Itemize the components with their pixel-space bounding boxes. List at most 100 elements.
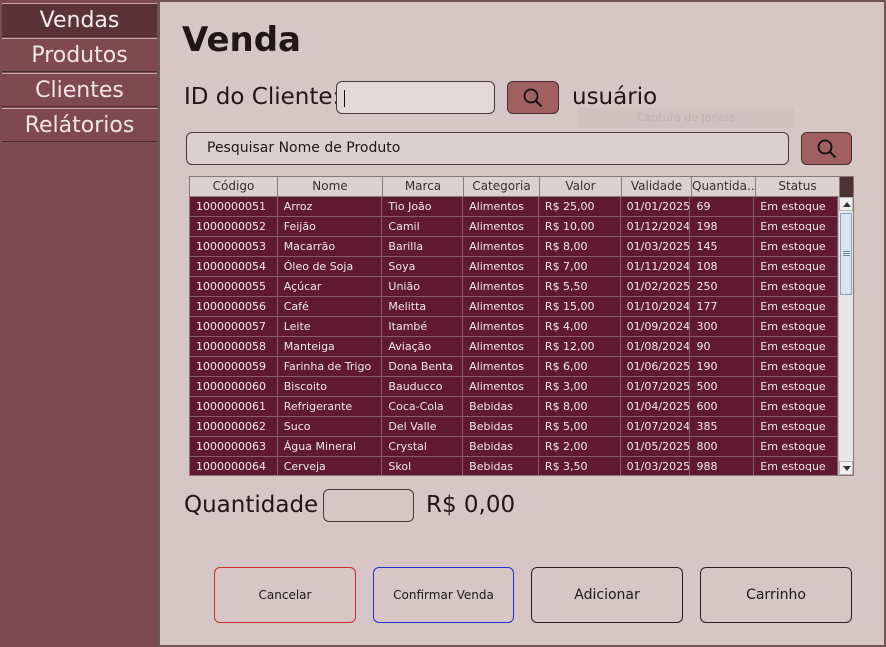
scroll-thumb[interactable] <box>840 213 852 295</box>
add-button[interactable]: Adicionar <box>531 567 683 623</box>
cell-marca: Melitta <box>382 297 464 317</box>
product-search-input[interactable]: Pesquisar Nome de Produto <box>186 132 789 165</box>
cell-status: Em estoque <box>754 437 838 457</box>
search-icon <box>523 88 543 107</box>
sidebar-item-clientes[interactable]: Clientes <box>2 73 157 107</box>
column-header-codigo[interactable]: Código <box>190 177 278 197</box>
scroll-down-button[interactable] <box>839 461 853 475</box>
cell-valor: R$ 5,00 <box>538 417 621 437</box>
cell-quantidade: 385 <box>690 417 755 437</box>
products-table: Código Nome Marca Categoria Valor Valida… <box>189 176 854 476</box>
column-header-marca[interactable]: Marca <box>383 177 464 197</box>
confirm-sale-button[interactable]: Confirmar Venda <box>373 567 514 623</box>
table-row[interactable]: 1000000058 Manteiga Aviação Alimentos R$ 12,… <box>190 337 838 357</box>
cell-status: Em estoque <box>754 337 838 357</box>
text-caret <box>344 90 345 107</box>
cell-nome: Cerveja <box>278 457 383 475</box>
cell-marca: União <box>382 277 464 297</box>
cell-validade: 01/02/2025 <box>620 277 691 297</box>
cell-nome: Açúcar <box>277 277 383 297</box>
cell-quantidade: 69 <box>690 197 755 217</box>
table-row[interactable]: 1000000062 Suco Del Valle Bebidas R$ 5,00 01/… <box>190 417 838 437</box>
client-id-label: ID do Cliente: <box>184 84 341 110</box>
cell-codigo: 1000000057 <box>190 317 278 337</box>
cell-codigo: 1000000061 <box>190 397 278 417</box>
sidebar-item-produtos[interactable]: Produtos <box>2 38 157 72</box>
total-value: R$ 0,00 <box>426 492 516 518</box>
table-row[interactable]: 1000000055 Açúcar União Alimentos R$ 5,50 01/… <box>190 277 838 297</box>
sidebar: Vendas Produtos Clientes Relátorios <box>0 0 158 647</box>
cell-validade: 01/05/2025 <box>620 437 691 457</box>
cell-valor: R$ 3,50 <box>539 457 621 475</box>
cell-validade: 01/10/2024 <box>620 297 691 317</box>
column-header-categoria[interactable]: Categoria <box>464 177 540 197</box>
cell-marca: Camil <box>382 217 464 237</box>
table-row[interactable]: 1000000063 Água Mineral Crystal Bebidas R$ 2… <box>190 437 838 457</box>
cell-validade: 01/03/2025 <box>621 457 691 475</box>
cell-quantidade: 198 <box>690 217 755 237</box>
cell-validade: 01/09/2024 <box>620 317 691 337</box>
quantity-input[interactable] <box>323 489 414 522</box>
cell-categoria: Alimentos <box>463 237 539 257</box>
table-row[interactable]: 1000000061 Refrigerante Coca-Cola Bebidas R$… <box>190 397 838 417</box>
cell-status: Em estoque <box>754 457 838 475</box>
cell-codigo: 1000000053 <box>190 237 278 257</box>
quantity-label: Quantidade <box>184 492 319 518</box>
client-search-button[interactable] <box>507 81 559 114</box>
table-row[interactable]: 1000000052 Feijão Camil Alimentos R$ 10,00 01… <box>190 217 838 237</box>
cell-categoria: Alimentos <box>463 297 539 317</box>
cell-categoria: Alimentos <box>463 357 539 377</box>
table-row[interactable]: 1000000060 Biscoito Bauducco Alimentos R$ 3,… <box>190 377 838 397</box>
cell-codigo: 1000000063 <box>190 437 278 457</box>
table-row[interactable]: 1000000057 Leite Itambé Alimentos R$ 4,00 01/… <box>190 317 838 337</box>
cell-quantidade: 108 <box>690 257 755 277</box>
cell-marca: Crystal <box>382 437 464 457</box>
cell-categoria: Bebidas <box>463 437 539 457</box>
column-header-valor[interactable]: Valor <box>540 177 622 197</box>
table-row[interactable]: 1000000059 Farinha de Trigo Dona Benta Alim… <box>190 357 838 377</box>
scroll-up-button[interactable] <box>839 197 853 211</box>
cell-codigo: 1000000054 <box>190 257 278 277</box>
cell-nome: Água Mineral <box>277 437 383 457</box>
main-panel: Venda ID do Cliente: usuário Captura de … <box>158 0 886 647</box>
client-id-input[interactable] <box>336 81 495 114</box>
cell-categoria: Alimentos <box>463 317 539 337</box>
cell-valor: R$ 7,00 <box>538 257 621 277</box>
column-header-validade[interactable]: Validade <box>622 177 692 197</box>
table-header: Código Nome Marca Categoria Valor Valida… <box>190 177 853 197</box>
column-header-nome[interactable]: Nome <box>278 177 383 197</box>
column-header-status[interactable]: Status <box>756 177 840 197</box>
table-row[interactable]: 1000000051 Arroz Tio João Alimentos R$ 25,00… <box>190 197 838 217</box>
cell-categoria: Alimentos <box>463 217 539 237</box>
table-scrollbar[interactable] <box>838 197 853 475</box>
table-row[interactable]: 1000000053 Macarrão Barilla Alimentos R$ 8,0… <box>190 237 838 257</box>
cell-valor: R$ 8,00 <box>538 397 621 417</box>
cell-status: Em estoque <box>754 257 838 277</box>
cell-quantidade: 800 <box>690 437 755 457</box>
sidebar-item-relatorios[interactable]: Relátorios <box>2 108 157 142</box>
cell-marca: Coca-Cola <box>382 397 464 417</box>
cell-nome: Leite <box>277 317 383 337</box>
cell-quantidade: 600 <box>690 397 755 417</box>
cell-marca: Del Valle <box>382 417 464 437</box>
column-header-quantidade[interactable]: Quantida... <box>692 177 756 197</box>
cell-validade: 01/07/2025 <box>620 377 691 397</box>
cell-nome: Farinha de Trigo <box>277 357 383 377</box>
cell-quantidade: 177 <box>690 297 755 317</box>
cancel-button[interactable]: Cancelar <box>214 567 356 623</box>
cell-categoria: Bebidas <box>463 457 539 475</box>
user-label: usuário <box>572 84 658 110</box>
cell-marca: Soya <box>382 257 464 277</box>
cell-status: Em estoque <box>754 357 838 377</box>
cell-quantidade: 190 <box>690 357 755 377</box>
cart-button[interactable]: Carrinho <box>700 567 852 623</box>
table-row[interactable]: 1000000056 Café Melitta Alimentos R$ 15,00 01… <box>190 297 838 317</box>
table-row[interactable]: 1000000064 Cerveja Skol Bebidas R$ 3,50 01/03… <box>190 457 838 475</box>
cell-validade: 01/12/2024 <box>620 217 691 237</box>
table-row[interactable]: 1000000054 Óleo de Soja Soya Alimentos R$ 7,… <box>190 257 838 277</box>
cell-valor: R$ 15,00 <box>538 297 621 317</box>
cell-categoria: Alimentos <box>463 377 539 397</box>
cell-nome: Feijão <box>277 217 383 237</box>
sidebar-item-vendas[interactable]: Vendas <box>2 3 157 37</box>
product-search-button[interactable] <box>801 132 852 165</box>
